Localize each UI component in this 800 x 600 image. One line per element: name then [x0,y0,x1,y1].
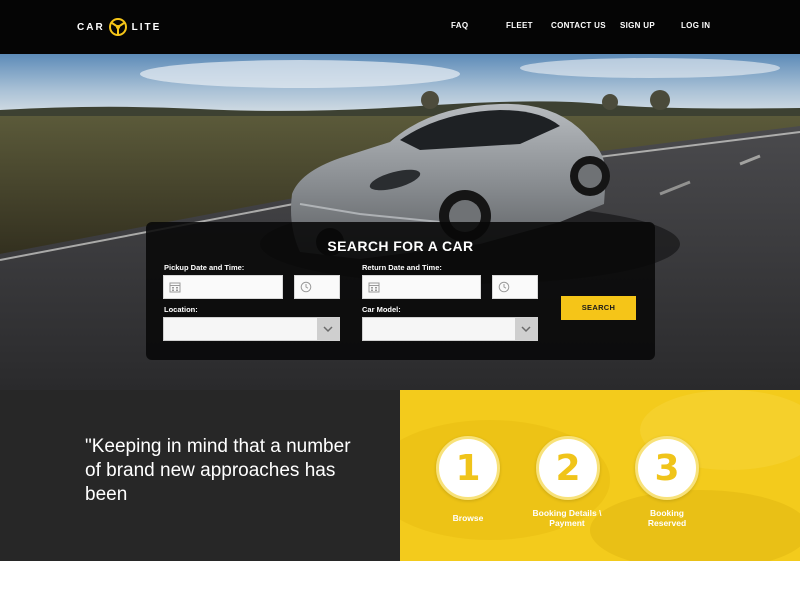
step-2-badge: 2 [536,436,600,500]
page: CAR LITE FAQ FLEET CONTACT US SIGN UP LO… [0,0,800,600]
footer-area [0,561,800,600]
step-2-label: Booking Details \ Payment [532,508,602,528]
calendar-icon [368,282,380,293]
return-date-input[interactable] [362,275,481,299]
pickup-date-input[interactable] [163,275,283,299]
nav-link-fleet[interactable]: FLEET [506,21,533,30]
nav-link-faq[interactable]: FAQ [451,21,468,30]
location-label: Location: [164,305,198,314]
car-model-label: Car Model: [362,305,401,314]
quote-text: "Keeping in mind that a number of brand … [85,436,351,505]
nav-link-sign-up[interactable]: SIGN UP [620,21,655,30]
nav-link-log-in[interactable]: LOG IN [681,21,710,30]
brand-name-right: LITE [131,21,162,33]
return-time-input[interactable] [492,275,538,299]
nav-link-contact-us[interactable]: CONTACT US [551,21,606,30]
search-button[interactable]: SEARCH [561,296,636,320]
car-model-select[interactable] [362,317,538,341]
calendar-icon [169,282,181,293]
steering-wheel-icon [108,18,127,36]
brand-logo[interactable]: CAR LITE [77,16,161,38]
clock-icon [300,281,312,293]
chevron-down-icon [323,325,333,332]
step-1-badge: 1 [436,436,500,500]
car-model-dropdown-toggle[interactable] [515,318,537,340]
location-dropdown-toggle[interactable] [317,318,339,340]
step-3-label: Booking Reserved [647,508,687,528]
top-navbar: CAR LITE FAQ FLEET CONTACT US SIGN UP LO… [0,0,800,54]
clock-icon [498,281,510,293]
chevron-down-icon [521,325,531,332]
brand-name-left: CAR [77,21,105,33]
pickup-time-input[interactable] [294,275,340,299]
return-label: Return Date and Time: [362,263,442,272]
quote-section: "Keeping in mind that a number of brand … [0,390,400,561]
pickup-label: Pickup Date and Time: [164,263,245,272]
step-3-badge: 3 [635,436,699,500]
step-1-label: Browse [452,513,484,523]
search-title: SEARCH FOR A CAR [327,238,474,254]
location-select[interactable] [163,317,340,341]
